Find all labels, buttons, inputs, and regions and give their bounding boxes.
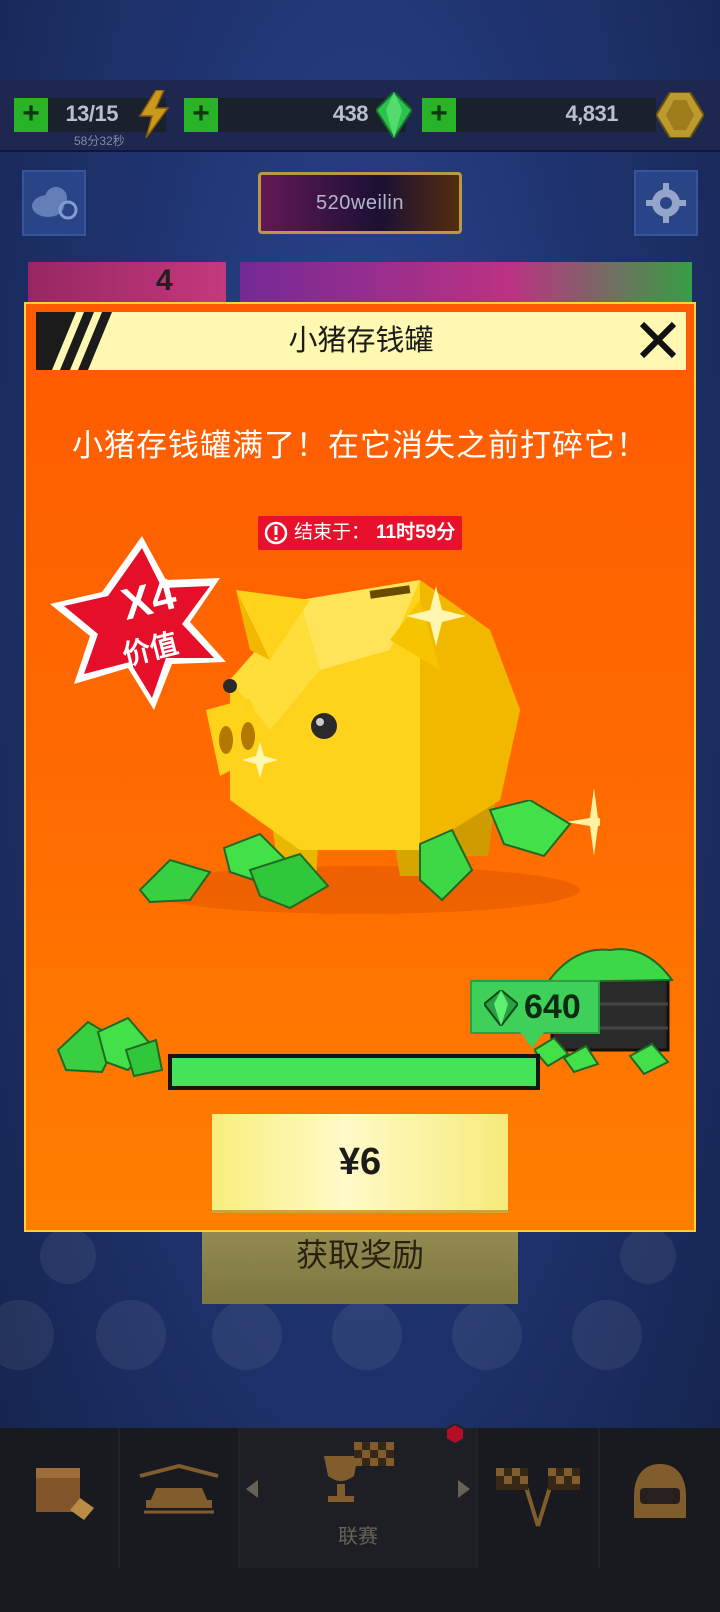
timer-value: 11时59分 — [376, 522, 456, 543]
gem-pile-left-image — [56, 1016, 164, 1078]
gem-reward-tag: 640 — [470, 980, 600, 1034]
gem-icon — [484, 990, 518, 1026]
piggy-progress-fill — [172, 1058, 536, 1086]
close-icon[interactable] — [636, 318, 680, 362]
countdown-timer: 结束于： 11时59分 — [258, 516, 462, 550]
timer-prefix: 结束于： — [294, 522, 371, 543]
gem-tag-pointer — [520, 1032, 544, 1048]
scattered-gems-image — [138, 800, 572, 910]
modal-message: 小猪存钱罐满了！在它消失之前打碎它！ — [72, 428, 648, 463]
purchase-price: ¥6 — [338, 1141, 382, 1183]
purchase-button[interactable]: ¥6 — [212, 1114, 508, 1210]
modal-title: 小猪存钱罐 — [288, 325, 434, 357]
gem-reward-amount: 640 — [524, 988, 581, 1026]
piggy-progress-bar — [168, 1054, 540, 1090]
clock-alert-icon — [264, 521, 288, 545]
